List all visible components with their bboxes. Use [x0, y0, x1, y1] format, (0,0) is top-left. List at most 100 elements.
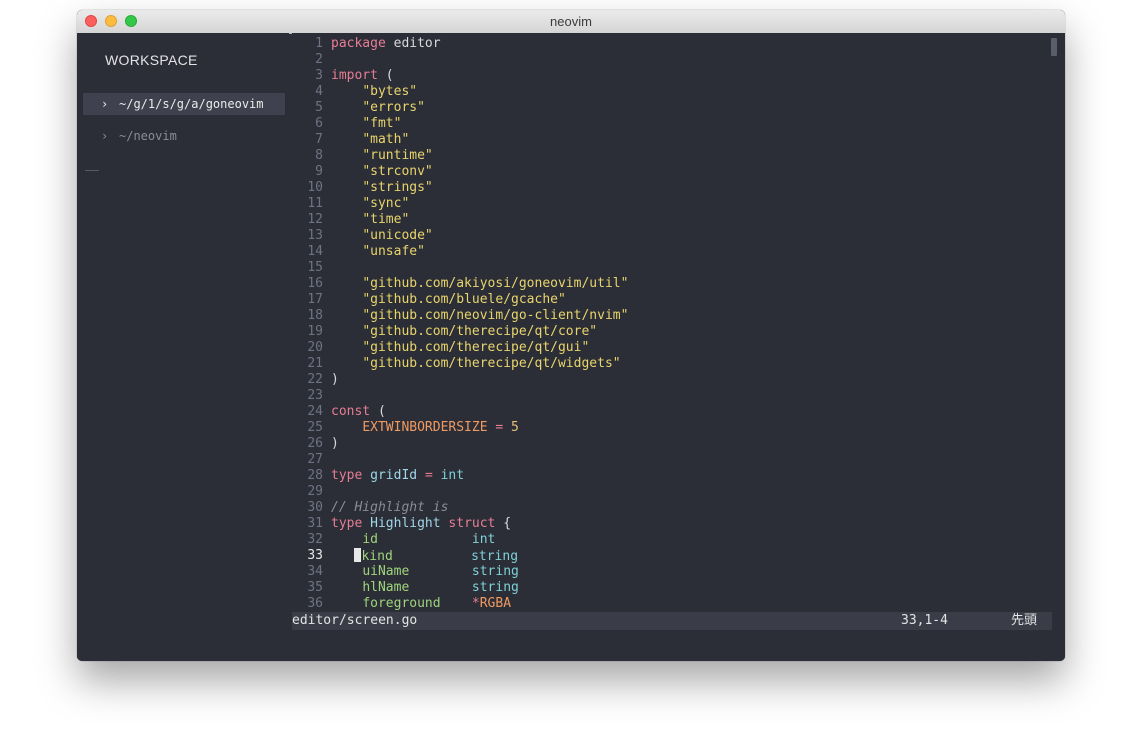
- line-text: "github.com/akiyosi/goneovim/util": [331, 276, 628, 292]
- code-token: import: [331, 68, 378, 83]
- code-line[interactable]: 8 "runtime": [292, 148, 1052, 164]
- code-line[interactable]: 22): [292, 372, 1052, 388]
- code-token: "fmt": [362, 116, 402, 131]
- status-file-name: editor/screen.go: [292, 613, 418, 628]
- line-text: type Highlight struct {: [331, 516, 511, 532]
- line-number: 13: [307, 228, 323, 243]
- code-line[interactable]: 26): [292, 436, 1052, 452]
- code-line[interactable]: 17 "github.com/bluele/gcache": [292, 292, 1052, 308]
- code-line[interactable]: 29: [292, 484, 1052, 500]
- code-line[interactable]: 3 import (: [292, 68, 1052, 84]
- workspace-item-neovim[interactable]: › ~/neovim: [83, 125, 285, 147]
- line-text: "sync": [331, 196, 409, 212]
- code-token: int: [471, 532, 496, 547]
- line-number: 23: [307, 388, 323, 403]
- code-token: "github.com/therecipe/qt/gui": [362, 340, 590, 355]
- code-line[interactable]: 25 EXTWINBORDERSIZE = 5: [292, 420, 1052, 436]
- scrollbar-thumb[interactable]: [1051, 38, 1057, 56]
- workspace-item-label: ~/g/1/s/g/a/goneovim: [119, 97, 264, 111]
- code-line[interactable]: 18 "github.com/neovim/go-client/nvim": [292, 308, 1052, 324]
- code-line[interactable]: 23: [292, 388, 1052, 404]
- line-text: foreground *RGBA: [331, 596, 511, 612]
- line-text: uiName string: [331, 564, 519, 580]
- editor-pane[interactable]: 1 package editor 2 3 import (4 "bytes" 5 "err…: [292, 33, 1065, 661]
- code-line[interactable]: 21 "github.com/therecipe/qt/widgets": [292, 356, 1052, 372]
- line-number: 1: [315, 36, 323, 51]
- code-token: type: [331, 468, 363, 483]
- code-line[interactable]: 15: [292, 260, 1052, 276]
- line-text: type gridId = int: [331, 468, 464, 484]
- code-line[interactable]: 35 hlName string: [292, 580, 1052, 596]
- line-text: hlName string: [331, 580, 519, 596]
- code-token: "errors": [362, 100, 425, 115]
- code-line[interactable]: 7 "math": [292, 132, 1052, 148]
- code-token: ): [331, 372, 339, 387]
- code-line[interactable]: 9 "strconv": [292, 164, 1052, 180]
- line-text: "time": [331, 212, 409, 228]
- code-line[interactable]: 36 foreground *RGBA: [292, 596, 1052, 612]
- code-token: (: [377, 68, 394, 83]
- code-line[interactable]: 16 "github.com/akiyosi/goneovim/util": [292, 276, 1052, 292]
- line-number: 20: [307, 340, 323, 355]
- line-text: "strings": [331, 180, 432, 196]
- code-line[interactable]: 20 "github.com/therecipe/qt/gui": [292, 340, 1052, 356]
- code-line[interactable]: 11 "sync": [292, 196, 1052, 212]
- workspace-item-label: ~/neovim: [119, 129, 177, 143]
- code-line[interactable]: 33 kind string: [292, 548, 1052, 564]
- code-line[interactable]: 19 "github.com/therecipe/qt/core": [292, 324, 1052, 340]
- code-line[interactable]: 27: [292, 452, 1052, 468]
- code-token: ): [331, 436, 339, 451]
- code-line[interactable]: 30 // Highlight is: [292, 500, 1052, 516]
- code-line[interactable]: 34 uiName string: [292, 564, 1052, 580]
- code-line[interactable]: 28 type gridId = int: [292, 468, 1052, 484]
- line-number: 17: [307, 292, 323, 307]
- line-text: "unicode": [331, 228, 433, 244]
- code-line[interactable]: 6 "fmt": [292, 116, 1052, 132]
- line-number: 2: [315, 52, 323, 67]
- code-line[interactable]: 1 package editor: [292, 36, 1052, 52]
- code-line[interactable]: 10 "strings": [292, 180, 1052, 196]
- code-line[interactable]: 31 type Highlight struct {: [292, 516, 1052, 532]
- code-line[interactable]: 5 "errors": [292, 100, 1052, 116]
- workspace-item-goneovim[interactable]: › ~/g/1/s/g/a/goneovim: [83, 93, 285, 115]
- sidebar-divider: [85, 170, 99, 171]
- line-number: 7: [315, 132, 323, 147]
- line-number: 3: [315, 68, 323, 83]
- line-number: 19: [307, 324, 323, 339]
- code-line[interactable]: 4 "bytes": [292, 84, 1052, 100]
- code-token: RGBA: [479, 596, 512, 611]
- line-text: "bytes": [331, 84, 417, 100]
- status-cursor-position: 33,1-4: [901, 613, 948, 628]
- line-number: 25: [307, 420, 323, 435]
- code-token: "bytes": [362, 84, 418, 99]
- line-number: 30: [307, 500, 323, 515]
- code-line[interactable]: 12 "time": [292, 212, 1052, 228]
- neovim-window: neovim WORKSPACE › ~/g/1/s/g/a/goneovim …: [77, 10, 1065, 661]
- code-buffer[interactable]: 1 package editor 2 3 import (4 "bytes" 5 "err…: [292, 36, 1052, 612]
- window-title: neovim: [550, 14, 592, 29]
- line-text: kind string: [331, 548, 518, 565]
- code-token: "unicode": [362, 228, 433, 243]
- code-line[interactable]: 2: [292, 52, 1052, 68]
- line-number: 8: [315, 148, 323, 163]
- code-line[interactable]: 24 const (: [292, 404, 1052, 420]
- code-token: foreground: [362, 596, 441, 611]
- code-line[interactable]: 13 "unicode": [292, 228, 1052, 244]
- code-line[interactable]: 32 id int: [292, 532, 1052, 548]
- code-token: package: [331, 36, 394, 51]
- code-line[interactable]: 14 "unsafe": [292, 244, 1052, 260]
- line-number: 27: [307, 452, 323, 467]
